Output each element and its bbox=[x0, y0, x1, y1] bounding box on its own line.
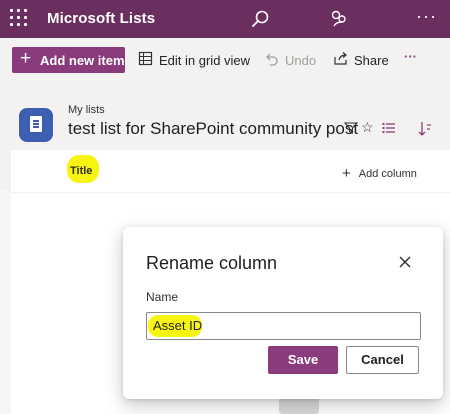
name-input-value[interactable]: Asset ID bbox=[153, 318, 202, 333]
share-label: Share bbox=[354, 53, 389, 68]
edit-grid-view-label: Edit in grid view bbox=[159, 53, 251, 68]
share-icon bbox=[334, 52, 347, 65]
app-header: Microsoft Lists ··· bbox=[0, 0, 450, 38]
filter-icon[interactable] bbox=[344, 121, 358, 135]
list-header: My lists test list for SharePoint commun… bbox=[0, 84, 450, 150]
plus-icon: + bbox=[20, 48, 32, 69]
more-icon[interactable]: ··· bbox=[416, 6, 437, 27]
sort-icon[interactable] bbox=[418, 121, 432, 137]
column-title[interactable]: Title bbox=[70, 165, 92, 177]
list-title[interactable]: test list for SharePoint community post bbox=[68, 119, 358, 139]
add-column-label: Add column bbox=[358, 168, 417, 180]
undo-label: Undo bbox=[285, 53, 317, 68]
app-title[interactable]: Microsoft Lists bbox=[47, 10, 155, 27]
search-icon[interactable] bbox=[250, 8, 272, 30]
plus-icon: + bbox=[342, 165, 351, 182]
favorite-star-icon[interactable]: ☆ bbox=[361, 119, 374, 136]
waffle-icon[interactable] bbox=[10, 9, 28, 27]
save-button[interactable]: Save bbox=[268, 346, 338, 374]
add-new-item-label: Add new item bbox=[40, 53, 125, 68]
more-commands-icon[interactable]: ··· bbox=[404, 49, 417, 64]
add-new-item-button[interactable]: + Add new item bbox=[12, 47, 125, 73]
list-icon bbox=[19, 108, 53, 142]
rename-column-dialog: Rename column Name Asset ID Save Cancel bbox=[123, 227, 443, 399]
cancel-button[interactable]: Cancel bbox=[346, 346, 419, 374]
column-header-row: Title + Add column bbox=[11, 150, 450, 193]
view-list-icon[interactable] bbox=[382, 121, 396, 135]
dialog-title: Rename column bbox=[146, 253, 278, 273]
grid-icon bbox=[138, 51, 153, 66]
undo-icon bbox=[266, 53, 278, 66]
command-bar: + Add new item Edit in grid view Undo Sh… bbox=[0, 38, 450, 84]
close-icon[interactable] bbox=[396, 253, 414, 271]
breadcrumb[interactable]: My lists bbox=[68, 104, 105, 116]
add-column-button[interactable]: + Add column bbox=[342, 164, 417, 182]
name-field-label: Name bbox=[146, 290, 179, 304]
share-people-icon[interactable] bbox=[328, 8, 350, 30]
